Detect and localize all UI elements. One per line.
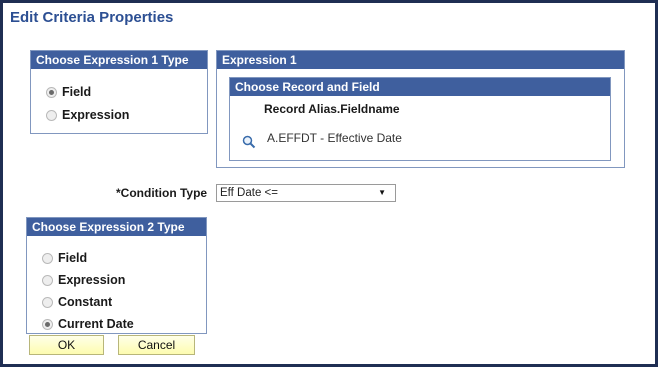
condition-type-value: Eff Date <= bbox=[220, 187, 278, 199]
ok-button[interactable]: OK bbox=[29, 335, 104, 355]
expr2-type-header: Choose Expression 2 Type bbox=[27, 218, 206, 236]
radio-field-selected[interactable] bbox=[46, 86, 57, 98]
radio-expression[interactable] bbox=[46, 109, 57, 121]
radio-label: Field bbox=[58, 251, 88, 265]
radio-label: Field bbox=[62, 85, 92, 99]
expr2-option-field[interactable]: Field bbox=[42, 249, 87, 267]
condition-type-select[interactable]: Eff Date <= ▼ bbox=[216, 184, 396, 202]
expr2-option-current-date[interactable]: Current Date bbox=[42, 315, 134, 333]
expr1-option-field[interactable]: Field bbox=[46, 83, 91, 101]
record-field-header: Choose Record and Field bbox=[230, 78, 610, 96]
radio-label: Constant bbox=[58, 295, 113, 309]
cancel-button[interactable]: Cancel bbox=[118, 335, 195, 355]
condition-type-label: *Condition Type bbox=[116, 186, 208, 200]
expression1-header: Expression 1 bbox=[217, 51, 624, 69]
record-field-group: Choose Record and Field Record Alias.Fie… bbox=[229, 77, 611, 161]
expr1-option-expression[interactable]: Expression bbox=[46, 106, 129, 124]
radio-constant[interactable] bbox=[42, 296, 53, 308]
record-alias-column: Record Alias.Fieldname bbox=[264, 102, 400, 116]
expr1-type-group: Choose Expression 1 Type Field Expressio… bbox=[30, 50, 208, 134]
expr2-option-expression[interactable]: Expression bbox=[42, 271, 125, 289]
radio-label: Expression bbox=[62, 108, 130, 122]
radio-expression[interactable] bbox=[42, 274, 53, 286]
dropdown-arrow-icon[interactable]: ▼ bbox=[378, 185, 386, 201]
expression1-group: Expression 1 Choose Record and Field Rec… bbox=[216, 50, 625, 168]
record-field-value: A.EFFDT - Effective Date bbox=[267, 131, 402, 145]
magnifier-icon[interactable] bbox=[242, 135, 256, 149]
page-title: Edit Criteria Properties bbox=[10, 9, 174, 26]
expr2-option-constant[interactable]: Constant bbox=[42, 293, 112, 311]
dialog-frame: Edit Criteria Properties Choose Expressi… bbox=[0, 0, 658, 367]
radio-field[interactable] bbox=[42, 252, 53, 264]
radio-label: Expression bbox=[58, 273, 126, 287]
expr1-type-header: Choose Expression 1 Type bbox=[31, 51, 207, 69]
expr2-type-group: Choose Expression 2 Type Field Expressio… bbox=[26, 217, 207, 334]
radio-current-date-selected[interactable] bbox=[42, 318, 53, 330]
radio-label: Current Date bbox=[58, 317, 134, 331]
